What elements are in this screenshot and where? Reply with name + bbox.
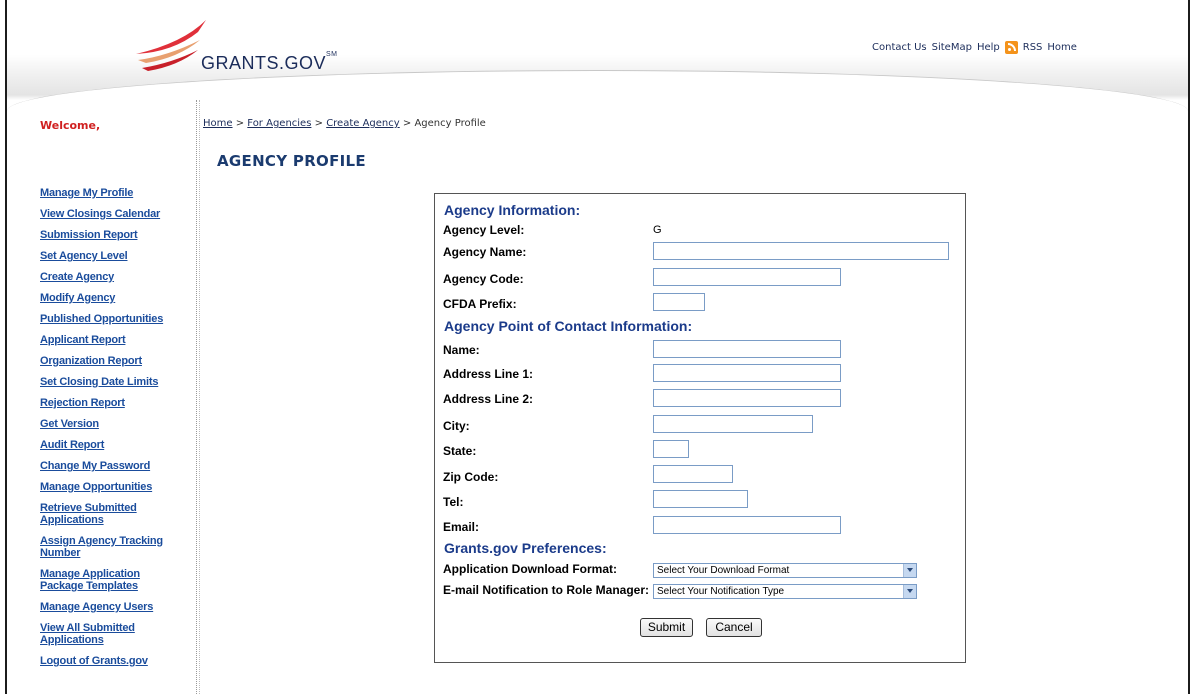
agency-name-field[interactable]	[653, 242, 949, 260]
rss-link[interactable]: RSS	[1023, 42, 1043, 53]
zip-code-field[interactable]	[653, 465, 733, 483]
zip-code-label: Zip Code:	[443, 470, 499, 484]
tel-label: Tel:	[443, 495, 464, 509]
grants-gov-logo-icon[interactable]	[128, 18, 208, 74]
sidebar-item-assign-agency-tracking-number[interactable]: Assign Agency Tracking Number	[40, 535, 180, 559]
cancel-button[interactable]: Cancel	[706, 618, 762, 637]
page-title: AGENCY PROFILE	[217, 152, 366, 170]
email-label: Email:	[443, 520, 480, 534]
cfda-prefix-label: CFDA Prefix:	[443, 297, 517, 311]
download-format-select[interactable]: Select Your Download Format	[653, 563, 917, 578]
sidebar-item-audit-report[interactable]: Audit Report	[40, 439, 190, 451]
sidebar-item-view-all-submitted-applications[interactable]: View All Submitted Applications	[40, 622, 150, 646]
window-frame-left	[0, 0, 7, 694]
download-format-selected: Select Your Download Format	[657, 565, 790, 576]
email-field[interactable]	[653, 516, 841, 534]
sidebar-divider	[196, 100, 200, 694]
agency-code-label: Agency Code:	[443, 272, 524, 286]
site-logo-text[interactable]: GRANTS.GOVSM	[201, 51, 338, 74]
breadcrumb-current: Agency Profile	[414, 118, 486, 129]
sidebar-item-view-closings-calendar[interactable]: View Closings Calendar	[40, 208, 190, 220]
sidebar-item-manage-opportunities[interactable]: Manage Opportunities	[40, 481, 190, 493]
breadcrumb-separator: >	[402, 118, 412, 129]
contact-us-link[interactable]: Contact Us	[872, 42, 927, 53]
sidebar-item-rejection-report[interactable]: Rejection Report	[40, 397, 190, 409]
notification-type-select[interactable]: Select Your Notification Type	[653, 584, 917, 599]
sidebar-item-manage-agency-users[interactable]: Manage Agency Users	[40, 601, 190, 613]
city-field[interactable]	[653, 415, 813, 433]
chevron-down-icon[interactable]	[903, 564, 916, 577]
poc-heading: Agency Point of Contact Information:	[444, 318, 693, 334]
sidebar-item-applicant-report[interactable]: Applicant Report	[40, 334, 190, 346]
agency-code-field[interactable]	[653, 268, 841, 286]
address-line-2-field[interactable]	[653, 389, 841, 407]
help-link[interactable]: Help	[977, 42, 1000, 53]
sidebar-item-change-my-password[interactable]: Change My Password	[40, 460, 190, 472]
sidebar-item-create-agency[interactable]: Create Agency	[40, 271, 190, 283]
breadcrumb-create-agency[interactable]: Create Agency	[326, 118, 400, 129]
sidebar-nav: Manage My Profile View Closings Calendar…	[40, 187, 190, 676]
welcome-text: Welcome,	[40, 119, 101, 132]
agency-level-value: G	[653, 224, 662, 236]
home-link[interactable]: Home	[1047, 42, 1077, 53]
city-label: City:	[443, 419, 470, 433]
agency-name-label: Agency Name:	[443, 245, 527, 259]
submit-button[interactable]: Submit	[640, 618, 693, 637]
sidebar-item-retrieve-submitted-applications[interactable]: Retrieve Submitted Applications	[40, 502, 150, 526]
address-line-1-field[interactable]	[653, 364, 841, 382]
sidebar-item-logout[interactable]: Logout of Grants.gov	[40, 655, 190, 667]
name-field[interactable]	[653, 340, 841, 358]
rss-icon[interactable]	[1004, 41, 1018, 54]
sidebar-item-get-version[interactable]: Get Version	[40, 418, 190, 430]
sidebar-item-set-agency-level[interactable]: Set Agency Level	[40, 250, 190, 262]
chevron-down-icon[interactable]	[903, 585, 916, 598]
sidebar-item-modify-agency[interactable]: Modify Agency	[40, 292, 190, 304]
sitemap-link[interactable]: SiteMap	[932, 42, 972, 53]
notification-type-selected: Select Your Notification Type	[657, 586, 785, 597]
sidebar-item-published-opportunities[interactable]: Published Opportunities	[40, 313, 190, 325]
breadcrumb-home[interactable]: Home	[203, 118, 233, 129]
state-label: State:	[443, 444, 477, 458]
agency-level-label: Agency Level:	[443, 223, 525, 237]
breadcrumb: Home > For Agencies > Create Agency > Ag…	[203, 118, 486, 129]
cfda-prefix-field[interactable]	[653, 293, 705, 311]
sidebar-item-manage-application-package-templates[interactable]: Manage Application Package Templates	[40, 568, 155, 592]
breadcrumb-separator: >	[314, 118, 323, 129]
sidebar-item-organization-report[interactable]: Organization Report	[40, 355, 190, 367]
agency-information-heading: Agency Information:	[444, 202, 581, 218]
address-line-1-label: Address Line 1:	[443, 367, 534, 381]
breadcrumb-for-agencies[interactable]: For Agencies	[247, 118, 311, 129]
sidebar-item-set-closing-date-limits[interactable]: Set Closing Date Limits	[40, 376, 190, 388]
sidebar-item-manage-my-profile[interactable]: Manage My Profile	[40, 187, 190, 199]
preferences-heading: Grants.gov Preferences:	[444, 540, 607, 556]
tel-field[interactable]	[653, 490, 748, 508]
top-links: Contact Us SiteMap Help RSS Home	[872, 41, 1077, 54]
sidebar-item-submission-report[interactable]: Submission Report	[40, 229, 190, 241]
address-line-2-label: Address Line 2:	[443, 392, 534, 406]
download-format-label: Application Download Format:	[443, 562, 617, 576]
breadcrumb-separator: >	[235, 118, 245, 129]
state-field[interactable]	[653, 440, 689, 458]
name-label: Name:	[443, 343, 480, 357]
notification-label: E-mail Notification to Role Manager:	[443, 583, 650, 597]
agency-profile-form: Agency Information: Agency Level: G Agen…	[434, 193, 966, 663]
